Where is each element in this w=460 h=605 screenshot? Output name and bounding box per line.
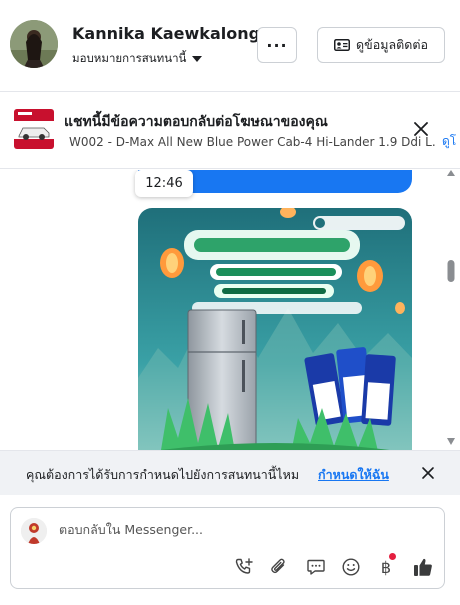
contact-name: Kannika Kaewkalong — [72, 24, 261, 43]
promo-image-message[interactable] — [138, 208, 412, 450]
assign-to-me-link[interactable]: กำหนดให้ฉัน — [318, 465, 389, 485]
close-ad-banner-icon[interactable] — [410, 118, 432, 140]
assign-dropdown[interactable]: มอบหมายการสนทนานี้ — [72, 50, 203, 68]
caret-down-icon — [192, 55, 203, 62]
payment-notification-dot — [389, 553, 396, 560]
thumbs-up-icon[interactable] — [412, 556, 434, 578]
conversation-header: Kannika Kaewkalong มอบหมายการสนทนานี้ ··… — [0, 0, 460, 92]
call-add-icon[interactable] — [233, 556, 255, 578]
reply-input[interactable] — [59, 522, 429, 537]
saved-replies-icon[interactable] — [305, 556, 327, 578]
ad-product-line: W002 - D-Max All New Blue Power Cab-4 Hi… — [64, 135, 436, 149]
assign-prompt-bar: คุณต้องการได้รับการกำหนดไปยังการสนทนานี้… — [0, 450, 460, 495]
page-avatar — [21, 518, 47, 544]
assign-prompt-text: คุณต้องการได้รับการกำหนดไปยังการสนทนานี้… — [26, 467, 300, 482]
ad-banner-title: แชทนี้มีข้อความตอบกลับต่อโฆษณาของคุณ — [64, 114, 328, 130]
more-options-button[interactable]: ··· — [257, 27, 297, 63]
ad-product-text: W002 - D-Max All New Blue Power Cab-4 Hi… — [69, 135, 436, 149]
view-contact-button[interactable]: ดูข้อมูลติดต่อ — [317, 27, 445, 63]
reply-composer: ฿ — [10, 507, 445, 589]
payment-baht-icon[interactable]: ฿ — [375, 553, 397, 578]
contact-card-icon — [334, 39, 351, 51]
view-contact-label: ดูข้อมูลติดต่อ — [356, 37, 428, 52]
ad-thumbnail[interactable] — [14, 109, 54, 149]
contact-avatar[interactable] — [10, 20, 58, 68]
emoji-icon[interactable] — [340, 556, 362, 578]
ad-reply-banner: แชทนี้มีข้อความตอบกลับต่อโฆษณาของคุณ W00… — [0, 93, 460, 169]
assign-label: มอบหมายการสนทนานี้ — [72, 51, 187, 65]
close-assign-prompt-icon[interactable] — [420, 465, 436, 481]
view-ad-link[interactable]: ดูโ — [442, 132, 456, 151]
paperclip-icon[interactable] — [268, 556, 290, 578]
chat-scrollbar[interactable] — [444, 170, 458, 450]
more-dots-icon: ··· — [266, 35, 288, 55]
message-timestamp-tooltip: 12:46 — [135, 170, 193, 197]
message-thread: 12:46 — [0, 170, 460, 450]
